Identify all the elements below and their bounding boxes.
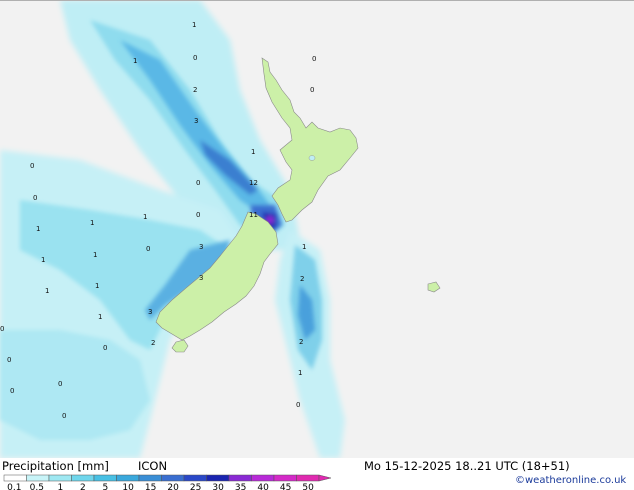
model-name: ICON (138, 459, 168, 473)
product-title: Precipitation [mm] (2, 459, 109, 473)
map-value: 0 (103, 344, 107, 352)
legend-tick-label: 0.5 (29, 483, 44, 490)
map-value: 1 (251, 148, 255, 156)
map-value: 2 (151, 339, 155, 347)
map-stage: 1 1 0 0 2 3 1 0 12 11 0 0 1 1 3 3 0 2 3 … (0, 0, 634, 490)
legend-tick-label: 35 (234, 483, 247, 490)
map-value: 0 (62, 412, 66, 420)
map-value: 3 (199, 243, 203, 251)
map-value: 0 (146, 245, 150, 253)
map-value: 1 (45, 287, 49, 295)
map-value: 1 (93, 251, 97, 259)
map-value: 3 (194, 117, 198, 125)
legend-swatch (273, 474, 297, 482)
map-value: 1 (298, 369, 302, 377)
legend-tick-label: 40 (257, 483, 269, 490)
legend-tick-label: 30 (212, 483, 224, 490)
map-canvas: 1 1 0 0 2 3 1 0 12 11 0 0 1 1 3 3 0 2 3 … (0, 0, 634, 458)
map-value: 0 (312, 55, 316, 63)
map-value: 1 (143, 213, 147, 221)
map-value: 0 (30, 162, 34, 170)
map-value: 1 (36, 225, 40, 233)
map-value: 1 (90, 219, 94, 227)
forecast-datetime: Mo 15-12-2025 18..21 UTC (18+51) (364, 459, 570, 473)
legend-tick-label: 10 (122, 483, 134, 490)
map-value: 2 (300, 275, 304, 283)
legend-tick-label: 50 (302, 483, 314, 490)
map-value: 0 (196, 211, 200, 219)
map-value: 0 (196, 179, 200, 187)
map-value: 3 (199, 274, 203, 282)
north-island (261, 57, 359, 223)
legend-tick-label: 0.1 (7, 483, 22, 490)
map-value: 1 (98, 313, 102, 321)
map-value: 2 (299, 338, 303, 346)
map-value: 0 (7, 356, 11, 364)
chatham-islands (427, 281, 441, 293)
map-value: 1 (95, 282, 99, 290)
map-value: 1 (302, 243, 306, 251)
legend-swatch (116, 474, 140, 482)
map-value: 1 (41, 256, 45, 264)
map-value: 1 (192, 21, 196, 29)
map-value: 0 (33, 194, 37, 202)
precipitation-map: 1 1 0 0 2 3 1 0 12 11 0 0 1 1 3 3 0 2 3 … (0, 0, 634, 458)
legend-tick-label: 45 (279, 483, 292, 490)
map-value: 11 (249, 211, 258, 219)
map-value: 0 (310, 86, 314, 94)
legend-swatch (206, 474, 230, 482)
legend-arrow (318, 474, 332, 482)
map-value: 0 (58, 380, 62, 388)
legend-tick-label: 25 (189, 483, 202, 490)
map-value: 3 (148, 308, 152, 316)
legend-swatch (228, 474, 252, 482)
legend-footer: Precipitation [mm] ICON Mo 15-12-2025 18… (0, 458, 634, 490)
legend-swatch (93, 474, 117, 482)
legend-swatch (26, 474, 50, 482)
legend-tick-label: 5 (102, 483, 109, 490)
map-value: 0 (296, 401, 300, 409)
legend-swatch (251, 474, 275, 482)
legend-swatch (48, 474, 72, 482)
legend-tick-label: 15 (144, 483, 157, 490)
legend-tick-label: 20 (167, 483, 179, 490)
legend-tick-label: 2 (80, 483, 86, 490)
legend-tick-label: 1 (57, 483, 64, 490)
map-value: 2 (193, 86, 197, 94)
stewart-island (171, 339, 189, 353)
legend-swatch (138, 474, 162, 482)
map-value: 12 (249, 179, 258, 187)
map-value: 1 (133, 57, 137, 65)
map-value: 0 (193, 54, 197, 62)
map-value: 0 (10, 387, 14, 395)
legend-swatch (3, 474, 27, 482)
legend-swatch (296, 474, 320, 482)
legend-swatch (161, 474, 185, 482)
map-value: 0 (0, 325, 4, 333)
legend-swatch (183, 474, 207, 482)
credit-link[interactable]: ©weatheronline.co.uk (515, 475, 626, 486)
legend-swatch (71, 474, 95, 482)
lake-taupo (308, 155, 316, 161)
